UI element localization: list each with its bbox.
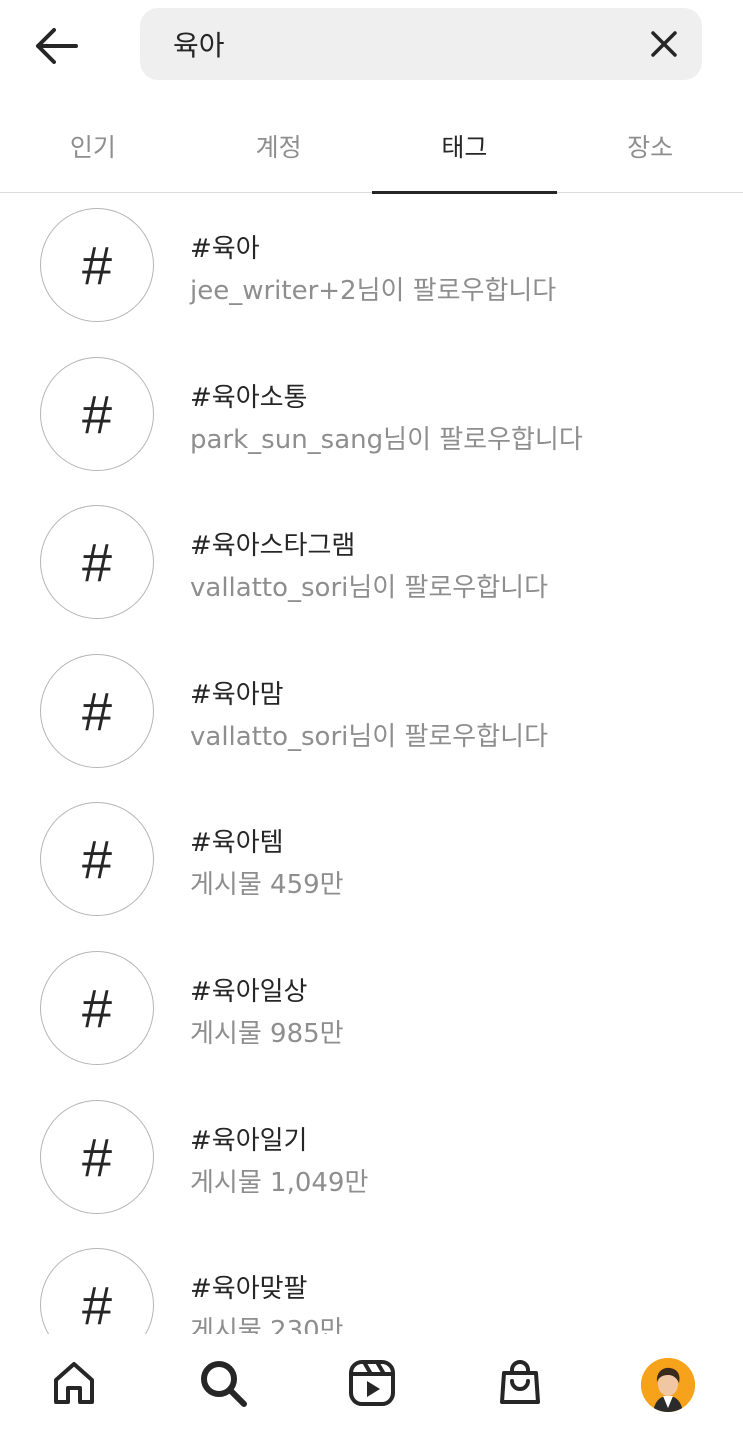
tab-places[interactable]: 장소 [557, 100, 743, 192]
hashtag-symbol: # [81, 1276, 113, 1334]
search-icon [201, 1361, 247, 1407]
tag-results-list: # #육아 jee_writer+2님이 팔로우합니다 # #육아소통 park… [0, 192, 743, 1334]
search-input[interactable] [173, 8, 633, 80]
hashtag-symbol: # [81, 830, 113, 891]
hashtag-icon: # [40, 505, 154, 620]
nav-shop-button[interactable] [493, 1356, 547, 1410]
tag-subtitle: park_sun_sang님이 팔로우합니다 [190, 424, 583, 455]
hashtag-symbol: # [81, 681, 113, 742]
hashtag-symbol: # [81, 236, 113, 296]
tag-subtitle: 게시물 230만 [190, 1316, 344, 1334]
tag-name: #육아일기 [190, 1125, 308, 1156]
nav-home-button[interactable] [47, 1356, 101, 1410]
back-button[interactable] [26, 20, 86, 72]
tag-result-row[interactable]: # #육아 jee_writer+2님이 팔로우합니다 [0, 192, 743, 340]
tag-result-row[interactable]: # #육아맞팔 게시물 230만 [0, 1232, 743, 1334]
tag-name: #육아스타그램 [190, 531, 356, 562]
tag-name: #육아소통 [190, 382, 308, 413]
hashtag-symbol: # [81, 979, 113, 1039]
hashtag-icon: # [40, 208, 154, 322]
shop-icon [500, 1360, 540, 1404]
tag-subtitle: jee_writer+2님이 팔로우합니다 [190, 276, 557, 306]
tag-name: #육아일상 [190, 977, 308, 1007]
hashtag-symbol: # [81, 384, 113, 445]
tab-tags[interactable]: 태그 [371, 100, 558, 194]
nav-search-button[interactable] [196, 1356, 250, 1410]
search-box [140, 8, 702, 80]
tag-name: #육아템 [190, 828, 284, 859]
tag-result-row[interactable]: # #육아일기 게시물 1,049만 [0, 1084, 743, 1232]
arrow-left-icon [36, 28, 78, 64]
tag-result-row[interactable]: # #육아일상 게시물 985만 [0, 935, 743, 1083]
hashtag-icon: # [40, 1099, 154, 1214]
nav-reels-button[interactable] [345, 1356, 399, 1410]
hashtag-icon: # [40, 951, 154, 1065]
tag-subtitle: 게시물 985만 [190, 1019, 344, 1049]
hashtag-icon: # [40, 802, 154, 917]
tab-accounts[interactable]: 계정 [186, 100, 372, 192]
tag-result-row[interactable]: # #육아소통 park_sun_sang님이 팔로우합니다 [0, 341, 743, 489]
tag-subtitle: 게시물 1,049만 [190, 1167, 369, 1198]
home-icon [54, 1362, 94, 1404]
search-header [0, 0, 743, 92]
tag-name: #육아맞팔 [190, 1274, 308, 1305]
tag-name: #육아 [190, 234, 260, 264]
hashtag-icon: # [40, 356, 154, 471]
profile-avatar[interactable] [641, 1358, 695, 1412]
close-icon [651, 31, 677, 57]
reels-icon [349, 1360, 395, 1406]
hashtag-icon: # [40, 653, 154, 768]
tag-subtitle: vallatto_sori님이 팔로우합니다 [190, 573, 548, 604]
clear-search-button[interactable] [646, 26, 682, 62]
tag-result-row[interactable]: # #육아맘 vallatto_sori님이 팔로우합니다 [0, 638, 743, 786]
tag-name: #육아맘 [190, 679, 284, 710]
hashtag-symbol: # [81, 533, 113, 594]
hashtag-symbol: # [81, 1127, 113, 1188]
tag-result-row[interactable]: # #육아스타그램 vallatto_sori님이 팔로우합니다 [0, 489, 743, 637]
tag-result-row[interactable]: # #육아템 게시물 459만 [0, 786, 743, 934]
tag-subtitle: 게시물 459만 [190, 870, 344, 901]
hashtag-icon: # [40, 1248, 154, 1334]
search-tabs: 인기 계정 태그 장소 [0, 100, 743, 194]
bottom-nav [0, 1334, 743, 1430]
tag-subtitle: vallatto_sori님이 팔로우합니다 [190, 721, 548, 752]
tab-popular[interactable]: 인기 [0, 100, 186, 192]
profile-photo [641, 1358, 695, 1412]
